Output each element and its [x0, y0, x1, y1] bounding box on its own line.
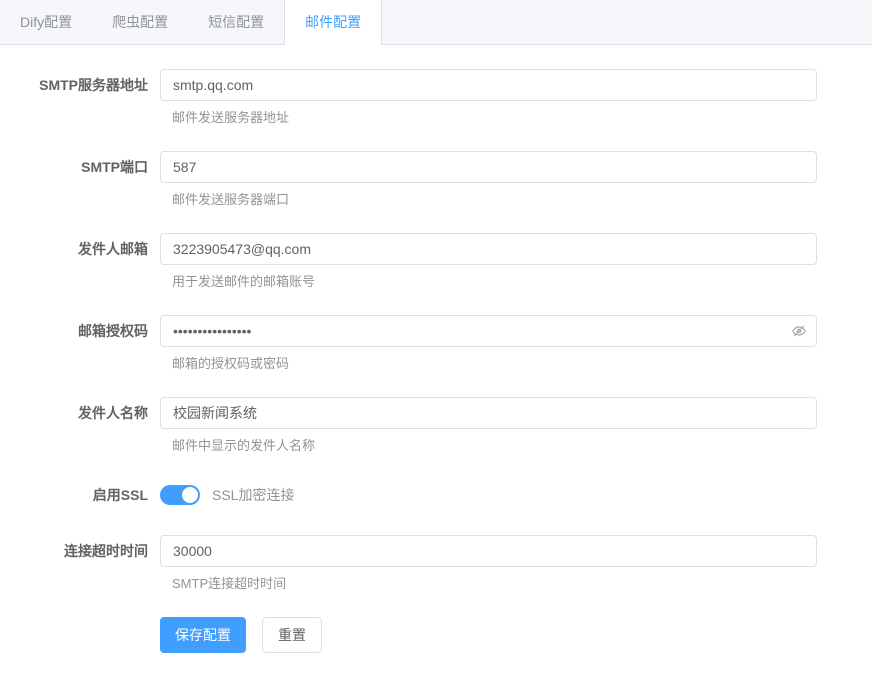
config-tabs: Dify配置 爬虫配置 短信配置 邮件配置: [0, 0, 872, 45]
form-actions: 保存配置 重置: [160, 617, 817, 653]
sender-name-helper: 邮件中显示的发件人名称: [172, 437, 817, 455]
auth-code-input[interactable]: [160, 315, 817, 347]
auth-code-helper: 邮箱的授权码或密码: [172, 355, 817, 373]
smtp-host-label: SMTP服务器地址: [0, 69, 160, 101]
timeout-helper: SMTP连接超时时间: [172, 575, 817, 593]
form-item-ssl: 启用SSL SSL加密连接: [0, 479, 817, 511]
timeout-label: 连接超时时间: [0, 535, 160, 567]
tab-sms-config[interactable]: 短信配置: [188, 0, 284, 44]
ssl-switch-text: SSL加密连接: [212, 485, 294, 505]
ssl-label: 启用SSL: [0, 479, 160, 511]
sender-email-input[interactable]: [160, 233, 817, 265]
smtp-port-label: SMTP端口: [0, 151, 160, 183]
timeout-input[interactable]: [160, 535, 817, 567]
reset-button[interactable]: 重置: [262, 617, 322, 653]
ssl-toggle-knob: [182, 487, 198, 503]
auth-code-label: 邮箱授权码: [0, 315, 160, 347]
sender-name-input[interactable]: [160, 397, 817, 429]
smtp-host-input[interactable]: [160, 69, 817, 101]
mail-config-form: SMTP服务器地址 邮件发送服务器地址 SMTP端口 邮件发送服务器端口: [0, 45, 817, 653]
tab-mail-config[interactable]: 邮件配置: [284, 0, 382, 45]
form-item-smtp-host: SMTP服务器地址 邮件发送服务器地址: [0, 69, 817, 127]
form-item-timeout: 连接超时时间 SMTP连接超时时间: [0, 535, 817, 593]
sender-name-label: 发件人名称: [0, 397, 160, 429]
ssl-toggle[interactable]: [160, 485, 200, 505]
save-config-button[interactable]: 保存配置: [160, 617, 246, 653]
smtp-port-helper: 邮件发送服务器端口: [172, 191, 817, 209]
eye-off-icon[interactable]: [790, 322, 808, 340]
form-item-sender-email: 发件人邮箱 用于发送邮件的邮箱账号: [0, 233, 817, 291]
smtp-port-input[interactable]: [160, 151, 817, 183]
form-item-auth-code: 邮箱授权码 邮箱的授权码或密码: [0, 315, 817, 373]
form-item-sender-name: 发件人名称 邮件中显示的发件人名称: [0, 397, 817, 455]
mail-config-page: Dify配置 爬虫配置 短信配置 邮件配置 SMTP服务器地址 邮件发送服务器地…: [0, 0, 872, 677]
sender-email-label: 发件人邮箱: [0, 233, 160, 265]
smtp-host-helper: 邮件发送服务器地址: [172, 109, 817, 127]
form-item-smtp-port: SMTP端口 邮件发送服务器端口: [0, 151, 817, 209]
sender-email-helper: 用于发送邮件的邮箱账号: [172, 273, 817, 291]
tab-dify-config[interactable]: Dify配置: [0, 0, 92, 44]
tab-crawler-config[interactable]: 爬虫配置: [92, 0, 188, 44]
